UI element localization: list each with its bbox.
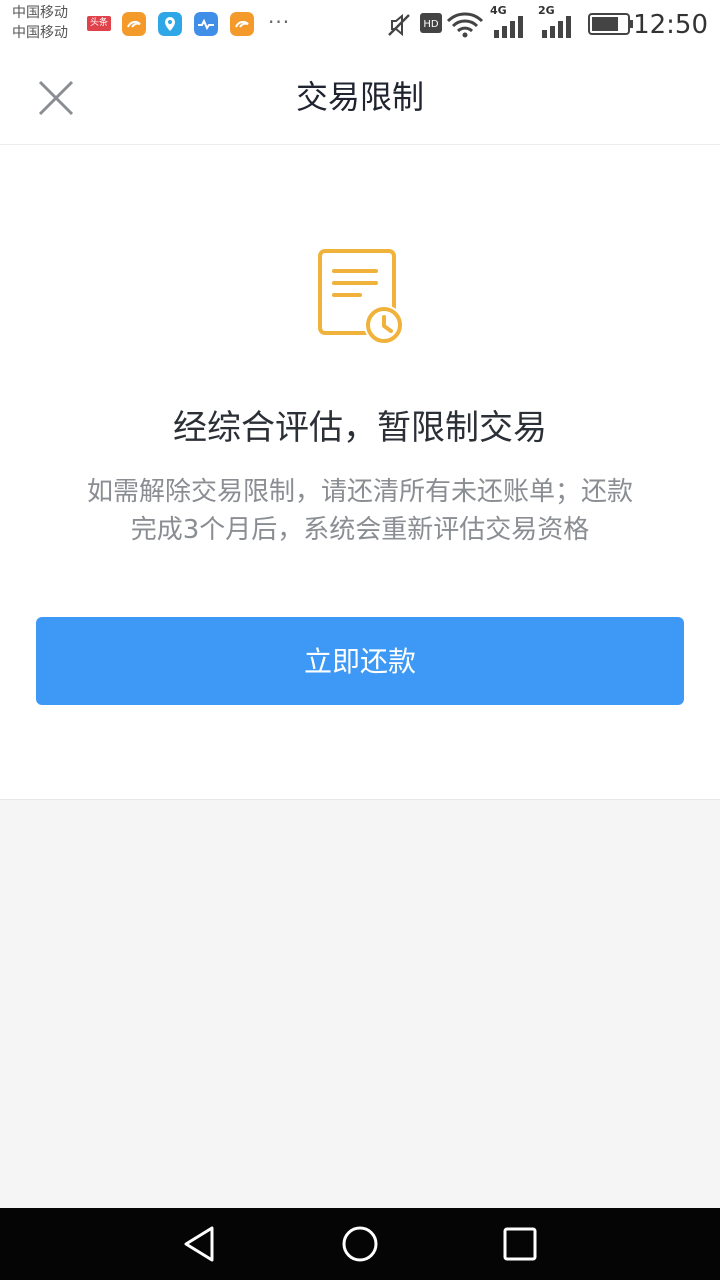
mute-icon: [388, 13, 410, 37]
system-navigation-bar: [0, 1208, 720, 1280]
health-notification-icon: [194, 12, 218, 36]
carrier-1: 中国移动: [12, 5, 68, 21]
recents-square-icon[interactable]: [500, 1224, 540, 1264]
restriction-content-card: 经综合评估，暂限制交易 如需解除交易限制，请还清所有未还账单；还款完成3个月后，…: [0, 145, 720, 800]
uc-browser-notification-icon: [122, 12, 146, 36]
hd-icon: HD: [420, 13, 442, 33]
toutiao-notification-icon: 头条: [87, 16, 111, 31]
more-notifications-icon: ···: [268, 10, 291, 34]
carrier-labels: 中国移动 中国移动: [12, 3, 68, 43]
signal-4g-icon: [494, 16, 523, 38]
wifi-icon: [446, 12, 484, 38]
restriction-headline: 经综合评估，暂限制交易: [173, 408, 547, 448]
page-title: 交易限制: [295, 78, 424, 116]
carrier-2: 中国移动: [12, 25, 68, 41]
clock: 12:50: [633, 10, 708, 40]
battery-icon: [588, 13, 633, 35]
location-notification-icon: [158, 12, 182, 36]
document-clock-icon: [318, 249, 404, 345]
top-navigation-bar: 交易限制: [0, 50, 720, 145]
hd-label: HD: [423, 19, 439, 30]
status-bar: 中国移动 中国移动 头条 ··· HD 4G 2G 12:50: [0, 0, 720, 50]
signal-2g-icon: [542, 16, 571, 38]
home-circle-icon[interactable]: [340, 1224, 380, 1264]
uc-browser-notification-icon-2: [230, 12, 254, 36]
repay-now-button[interactable]: 立即还款: [36, 617, 684, 705]
back-triangle-icon[interactable]: [180, 1224, 220, 1264]
restriction-description: 如需解除交易限制，请还清所有未还账单；还款完成3个月后，系统会重新评估交易资格: [86, 477, 633, 545]
